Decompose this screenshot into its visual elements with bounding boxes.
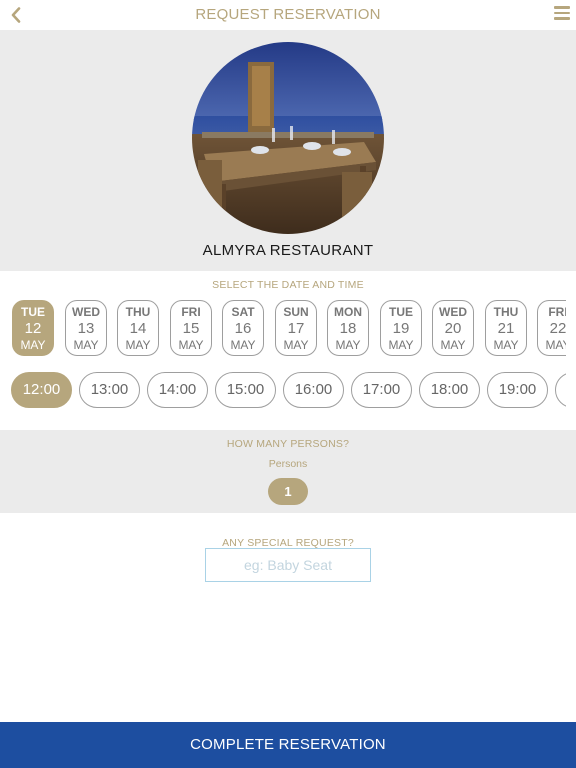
date-day: 16	[234, 320, 252, 337]
time-option[interactable]: 15:00	[215, 372, 276, 408]
time-option[interactable]: 14:00	[147, 372, 208, 408]
date-weekday: FRI	[548, 305, 566, 319]
persons-count-selector[interactable]: 1	[268, 478, 308, 505]
restaurant-header: ALMYRA RESTAURANT	[0, 30, 576, 271]
date-day: 12	[24, 320, 42, 337]
page-title: REQUEST RESERVATION	[195, 6, 381, 23]
time-picker-strip[interactable]: 12:00 13:00 14:00 15:00 16:00 17:00 18:0…	[11, 372, 566, 410]
date-weekday: THU	[493, 305, 519, 319]
time-option[interactable]: 13:00	[79, 372, 140, 408]
date-option[interactable]: SUN 17 MAY	[275, 300, 317, 356]
restaurant-photo	[192, 42, 384, 234]
special-request-input[interactable]	[205, 548, 371, 582]
date-option[interactable]: TUE 19 MAY	[380, 300, 422, 356]
date-weekday: TUE	[21, 305, 45, 319]
top-bar: REQUEST RESERVATION	[0, 0, 576, 30]
time-option[interactable]: 17:00	[351, 372, 412, 408]
hamburger-menu-icon[interactable]	[554, 6, 570, 22]
date-option[interactable]: SAT 16 MAY	[222, 300, 264, 356]
time-option[interactable]: 18:00	[419, 372, 480, 408]
date-month: MAY	[230, 338, 256, 352]
restaurant-terrace-image	[192, 42, 384, 234]
date-weekday: WED	[439, 305, 467, 319]
date-day: 19	[392, 320, 410, 337]
date-picker-strip[interactable]: TUE 12 MAY WED 13 MAY THU 14 MAY FRI 15 …	[12, 300, 566, 358]
date-option[interactable]: MON 18 MAY	[327, 300, 369, 356]
date-option[interactable]: THU 21 MAY	[485, 300, 527, 356]
date-weekday: FRI	[181, 305, 201, 319]
date-month: MAY	[20, 338, 46, 352]
date-month: MAY	[178, 338, 204, 352]
date-weekday: SAT	[231, 305, 255, 319]
date-day: 14	[129, 320, 147, 337]
date-month: MAY	[73, 338, 99, 352]
date-weekday: SUN	[283, 305, 309, 319]
time-option[interactable]: 16:00	[283, 372, 344, 408]
persons-section: HOW MANY PERSONS? Persons 1	[0, 430, 576, 513]
date-day: 18	[339, 320, 357, 337]
date-weekday: WED	[72, 305, 100, 319]
date-month: MAY	[335, 338, 361, 352]
date-day: 15	[182, 320, 200, 337]
date-month: MAY	[493, 338, 519, 352]
date-month: MAY	[388, 338, 414, 352]
date-option[interactable]: FRI 22 MAY	[537, 300, 566, 356]
date-day: 20	[444, 320, 462, 337]
persons-question: HOW MANY PERSONS?	[226, 438, 350, 450]
date-month: MAY	[440, 338, 466, 352]
date-weekday: MON	[334, 305, 362, 319]
time-option[interactable]: 12:00	[11, 372, 72, 408]
date-weekday: TUE	[389, 305, 413, 319]
date-option[interactable]: WED 13 MAY	[65, 300, 107, 356]
date-month: MAY	[125, 338, 151, 352]
date-day: 21	[497, 320, 515, 337]
date-option[interactable]: WED 20 MAY	[432, 300, 474, 356]
date-time-section: SELECT THE DATE AND TIME TUE 12 MAY WED …	[0, 271, 576, 430]
date-month: MAY	[545, 338, 566, 352]
persons-label: Persons	[268, 458, 308, 470]
date-option[interactable]: TUE 12 MAY	[12, 300, 54, 356]
time-option[interactable]	[555, 372, 566, 408]
time-option[interactable]: 19:00	[487, 372, 548, 408]
date-option[interactable]: THU 14 MAY	[117, 300, 159, 356]
date-day: 22	[549, 320, 566, 337]
date-weekday: THU	[125, 305, 151, 319]
restaurant-name: ALMYRA RESTAURANT	[202, 242, 374, 259]
complete-reservation-button[interactable]: COMPLETE RESERVATION	[0, 722, 576, 768]
date-option[interactable]: FRI 15 MAY	[170, 300, 212, 356]
select-date-time-label: SELECT THE DATE AND TIME	[212, 279, 364, 291]
date-day: 13	[77, 320, 95, 337]
date-month: MAY	[283, 338, 309, 352]
date-day: 17	[287, 320, 305, 337]
